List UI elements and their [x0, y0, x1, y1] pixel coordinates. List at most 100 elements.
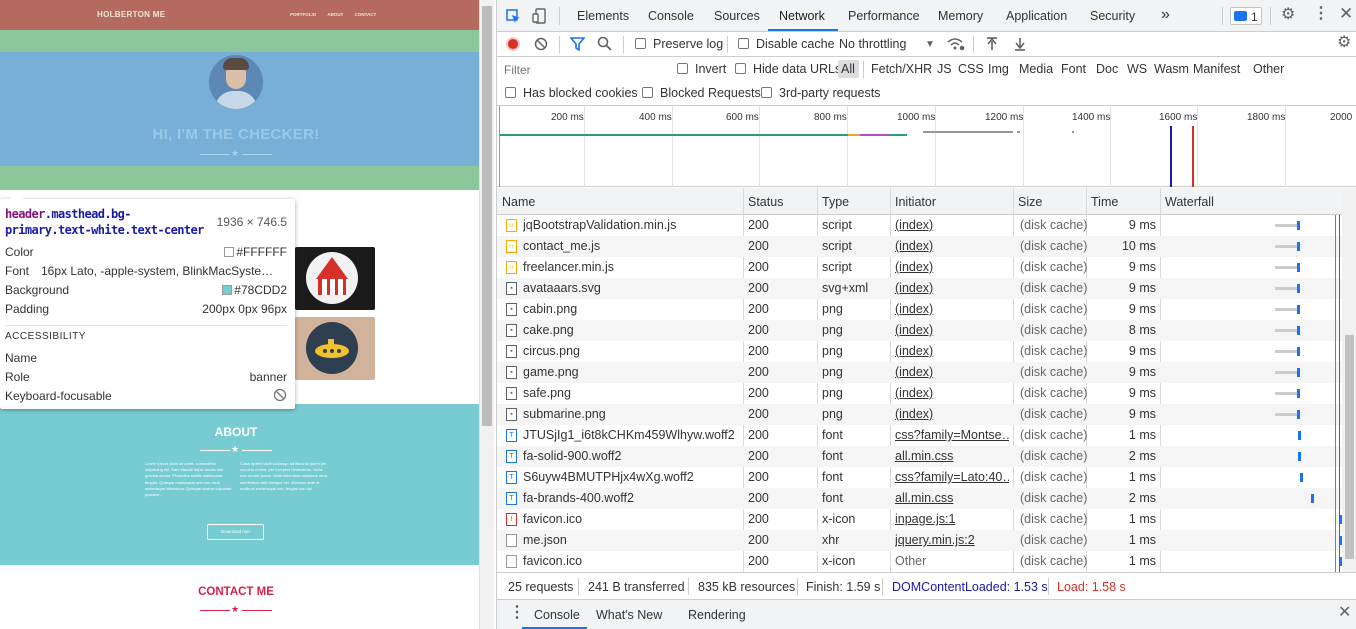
request-initiator[interactable]: all.min.css [895, 449, 1009, 463]
table-row[interactable]: T JTUSjIg1_i6t8kCHKm459Wlhyw.woff2 200 font… [497, 425, 1342, 446]
column-name[interactable]: Name [502, 195, 535, 209]
throttling-select[interactable]: No throttling [839, 37, 906, 51]
tab-console[interactable]: Console [648, 9, 694, 23]
filter-funnel-icon[interactable] [569, 37, 586, 53]
filter-type-js[interactable]: JS [937, 62, 952, 76]
filter-type-wasm[interactable]: Wasm [1154, 62, 1189, 76]
inspect-element-icon[interactable] [506, 9, 521, 26]
nav-link-contact[interactable]: CONTACT [355, 12, 377, 17]
settings-gear-icon[interactable]: ⚙ [1281, 7, 1295, 23]
tab-memory[interactable]: Memory [938, 9, 983, 23]
nav-link-about[interactable]: ABOUT [327, 12, 343, 17]
drawer-menu-icon[interactable]: ⋮ [509, 605, 525, 621]
disable-cache-checkbox[interactable] [738, 38, 749, 49]
table-row[interactable]: ‹› jqBootstrapValidation.min.js 200 script (… [497, 215, 1342, 236]
page-scrollbar[interactable] [479, 0, 494, 629]
network-overview[interactable]: 200 ms 400 ms 600 ms 800 ms 1000 ms 1200… [497, 106, 1356, 187]
tab-sources[interactable]: Sources [714, 9, 760, 23]
column-waterfall[interactable]: Waterfall [1165, 195, 1214, 209]
request-initiator[interactable]: (index) [895, 239, 1009, 253]
table-row[interactable]: Tfa-solid-900.woff2 200 font all.min.css (di… [497, 446, 1342, 467]
close-drawer-icon[interactable]: ✕ [1338, 605, 1351, 621]
close-devtools-icon[interactable]: ✕ [1339, 5, 1353, 22]
drawer-tab-whats-new[interactable]: What's New [596, 608, 662, 622]
request-initiator[interactable]: (index) [895, 281, 1009, 295]
request-initiator[interactable]: jquery.min.js:2 [895, 533, 1009, 547]
column-status[interactable]: Status [748, 195, 783, 209]
filter-type-media[interactable]: Media [1019, 62, 1053, 76]
drawer-tab-rendering[interactable]: Rendering [688, 608, 746, 622]
tab-elements[interactable]: Elements [577, 9, 629, 23]
issues-badge[interactable]: 1 [1230, 7, 1262, 25]
portfolio-item-submarine[interactable] [295, 317, 375, 380]
tab-security[interactable]: Security [1090, 9, 1135, 23]
more-options-icon[interactable]: ⋮ [1313, 6, 1329, 22]
clear-icon[interactable] [534, 37, 548, 53]
request-initiator[interactable]: inpage.js:1 [895, 512, 1009, 526]
column-time[interactable]: Time [1091, 195, 1118, 209]
table-row[interactable]: ▪ circus.png 200 png (index) (disk cache) 9 ms [497, 341, 1342, 362]
record-stop-icon[interactable] [506, 37, 520, 51]
nav-link-portfolio[interactable]: PORTFOLIO [290, 12, 316, 17]
device-toolbar-icon[interactable] [532, 8, 546, 26]
blocked-requests-checkbox[interactable] [642, 87, 653, 98]
network-settings-gear-icon[interactable]: ⚙ [1337, 35, 1351, 51]
table-row[interactable]: ▪ cake.png 200 png (index) (disk cache) 8 ms [497, 320, 1342, 341]
import-har-icon[interactable] [986, 37, 998, 53]
table-row[interactable]: T S6uyw4BMUTPHjx4wXg.woff2 200 font css?fami… [497, 467, 1342, 488]
throttling-dropdown-icon[interactable]: ▼ [925, 38, 935, 52]
column-initiator[interactable]: Initiator [895, 195, 936, 209]
request-initiator[interactable]: (index) [895, 218, 1009, 232]
table-row[interactable]: ▪ cabin.png 200 png (index) (disk cache) 9 ms [497, 299, 1342, 320]
filter-type-font[interactable]: Font [1061, 62, 1086, 76]
invert-checkbox[interactable] [677, 63, 688, 74]
more-tabs-icon[interactable]: » [1161, 6, 1170, 24]
drawer-tab-console[interactable]: Console [534, 608, 580, 622]
preserve-log-checkbox[interactable] [635, 38, 646, 49]
request-initiator[interactable]: (index) [895, 407, 1009, 421]
table-row[interactable]: ▪ game.png 200 png (index) (disk cache) 9 ms [497, 362, 1342, 383]
tab-network[interactable]: Network [779, 9, 825, 23]
table-row[interactable]: Tfa-brands-400.woff2 200 font all.min.css (d… [497, 488, 1342, 509]
table-row[interactable]: favicon.ico 200 x-icon Other (disk cache) 1 m… [497, 551, 1342, 572]
request-initiator[interactable]: (index) [895, 344, 1009, 358]
tab-performance[interactable]: Performance [848, 9, 920, 23]
table-row[interactable]: ▪ safe.png 200 png (index) (disk cache) 9 ms [497, 383, 1342, 404]
portfolio-item-circus[interactable] [295, 247, 375, 310]
column-size[interactable]: Size [1018, 195, 1042, 209]
table-scrollbar[interactable] [1342, 188, 1356, 572]
filter-type-other[interactable]: Other [1253, 62, 1284, 76]
download-button[interactable]: Download me! [207, 524, 264, 540]
table-scrollbar-thumb[interactable] [1345, 335, 1354, 559]
filter-type-ws[interactable]: WS [1127, 62, 1147, 76]
request-initiator[interactable]: all.min.css [895, 491, 1009, 505]
filter-type-fetch-xhr[interactable]: Fetch/XHR [871, 62, 932, 76]
filter-type-img[interactable]: Img [988, 62, 1009, 76]
column-type[interactable]: Type [822, 195, 849, 209]
request-initiator[interactable]: (index) [895, 302, 1009, 316]
hide-data-urls-checkbox[interactable] [735, 63, 746, 74]
export-har-icon[interactable] [1014, 37, 1026, 53]
filter-type-manifest[interactable]: Manifest [1193, 62, 1240, 76]
filter-type-all[interactable]: All [841, 62, 855, 76]
table-row[interactable]: ▪ submarine.png 200 png (index) (disk cache) 9… [497, 404, 1342, 425]
table-row[interactable]: ‹› freelancer.min.js 200 script (index) (disk… [497, 257, 1342, 278]
page-scrollbar-thumb[interactable] [482, 6, 492, 426]
filter-type-doc[interactable]: Doc [1096, 62, 1118, 76]
third-party-requests-checkbox[interactable] [761, 87, 772, 98]
request-initiator[interactable]: css?family=Montse… [895, 428, 1009, 442]
request-initiator[interactable]: css?family=Lato:40… [895, 470, 1009, 484]
filter-input[interactable] [501, 61, 664, 79]
site-brand[interactable]: HOLBERTON ME [97, 10, 165, 19]
search-icon[interactable] [597, 36, 612, 53]
table-row[interactable]: me.json 200 xhr jquery.min.js:2 (disk cache)… [497, 530, 1342, 551]
filter-type-css[interactable]: CSS [958, 62, 984, 76]
request-initiator[interactable]: (index) [895, 260, 1009, 274]
table-row[interactable]: ‹› contact_me.js 200 script (index) (disk cac… [497, 236, 1342, 257]
has-blocked-cookies-checkbox[interactable] [505, 87, 516, 98]
tab-application[interactable]: Application [1006, 9, 1067, 23]
request-initiator[interactable]: (index) [895, 386, 1009, 400]
table-row[interactable]: ! favicon.ico 200 x-icon inpage.js:1 (disk ca… [497, 509, 1342, 530]
network-conditions-icon[interactable] [947, 37, 965, 53]
request-initiator[interactable]: (index) [895, 365, 1009, 379]
